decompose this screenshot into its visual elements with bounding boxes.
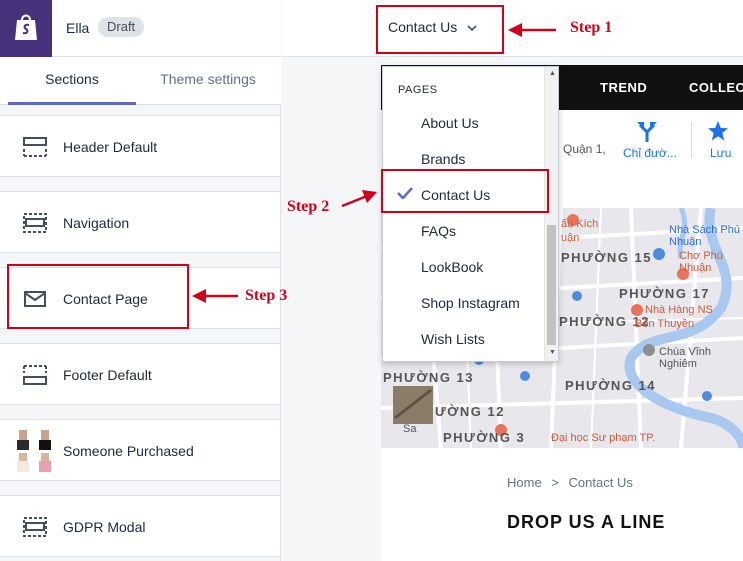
breadcrumb-home[interactable]: Home <box>507 475 542 490</box>
section-label: Header Default <box>63 139 158 155</box>
footer-layout-icon <box>23 365 47 385</box>
store-nav-item[interactable]: COLLEC <box>689 80 743 95</box>
dropdown-item-faqs[interactable]: FAQs <box>421 223 456 239</box>
annotation-step3-label: Step 3 <box>245 287 288 304</box>
dropdown-item-wish-lists[interactable]: Wish Lists <box>421 331 485 347</box>
tab-sections[interactable]: Sections <box>8 57 136 105</box>
section-item-header[interactable]: Header Default <box>0 115 280 177</box>
sidebar-tabs: Sections Theme settings <box>0 57 281 105</box>
map-poi: Nhà Sách Phú Nhuận <box>669 224 740 248</box>
section-label: Someone Purchased <box>63 443 194 459</box>
scroll-down-arrow-icon[interactable]: ▼ <box>549 349 556 356</box>
product-thumbnails <box>17 430 51 472</box>
tab-theme-settings[interactable]: Theme settings <box>140 57 276 105</box>
map-label: PHƯỜNG 13 <box>383 370 475 385</box>
map-poi: Nhà Hàng NS <box>645 304 713 316</box>
map-poi: Bến Thuyền <box>635 318 695 330</box>
scroll-up-arrow-icon[interactable]: ▲ <box>549 70 556 77</box>
navigation-layout-icon <box>23 213 47 233</box>
map-poi: Sa <box>403 423 417 435</box>
breadcrumb-separator: > <box>551 475 559 490</box>
map-label: PHƯỜNG 15 <box>561 250 653 265</box>
map-poi: ấu Kích <box>561 218 599 230</box>
annotation-box-step3 <box>7 264 189 329</box>
divider <box>691 122 692 158</box>
star-icon[interactable] <box>707 120 729 142</box>
map-label: PHƯỜNG 3 <box>443 430 526 445</box>
modal-layout-icon <box>23 517 47 537</box>
map-poi: Chùa Vĩnh Nghiêm <box>659 346 711 370</box>
annotation-step2-label: Step 2 <box>287 198 330 215</box>
section-item-navigation[interactable]: Navigation <box>0 191 280 253</box>
dropdown-header: PAGES <box>398 84 438 96</box>
map-label: PHƯỜNG 14 <box>565 378 657 393</box>
store-nav-item[interactable]: TREND <box>600 80 647 95</box>
shopping-bag-icon <box>15 14 37 40</box>
map-label: PHƯỜNG 17 <box>619 286 711 301</box>
section-label: Footer Default <box>63 367 152 383</box>
dropdown-item-brands[interactable]: Brands <box>421 151 465 167</box>
annotation-box-step2 <box>381 169 549 213</box>
breadcrumb-current: Contact Us <box>568 475 633 490</box>
district-text: Quận 1, <box>563 142 606 156</box>
directions-icon[interactable] <box>636 120 658 144</box>
editor-topbar: Ella Draft <box>0 0 281 57</box>
dropdown-scrollbar[interactable]: ▲ ▼ <box>544 67 558 361</box>
section-item-gdpr-modal[interactable]: GDPR Modal <box>0 495 280 557</box>
section-label: Navigation <box>63 215 130 231</box>
dropdown-item-shop-instagram[interactable]: Shop Instagram <box>421 295 520 311</box>
annotation-box-step1 <box>376 5 504 54</box>
directions-label[interactable]: Chỉ đườ... <box>623 146 677 160</box>
section-label: GDPR Modal <box>63 519 146 535</box>
store-name: Ella <box>66 20 90 36</box>
page-heading: DROP US A LINE <box>507 512 666 532</box>
breadcrumb: Home > Contact Us <box>507 475 633 490</box>
shopify-logo[interactable] <box>0 0 52 57</box>
pages-dropdown: PAGES About Us Brands Contact Us FAQs Lo… <box>382 66 559 362</box>
preview-topbar <box>282 0 743 57</box>
map-poi: Chợ Phú Nhuận <box>679 250 723 274</box>
dropdown-item-about-us[interactable]: About Us <box>421 115 479 131</box>
header-layout-icon <box>23 137 47 157</box>
section-item-someone-purchased[interactable]: Someone Purchased <box>0 419 280 481</box>
section-item-footer[interactable]: Footer Default <box>0 343 280 405</box>
dropdown-item-lookbook[interactable]: LookBook <box>421 259 483 275</box>
save-label[interactable]: Lưu <box>710 146 731 160</box>
annotation-step1-label: Step 1 <box>570 19 613 36</box>
map-poi: Đại học Sư phạm TP. <box>551 432 656 444</box>
map-poi: uận <box>561 232 580 244</box>
status-badge: Draft <box>98 17 145 37</box>
scroll-thumb[interactable] <box>547 225 556 345</box>
map-label: ƯỜNG 12 <box>435 404 505 419</box>
